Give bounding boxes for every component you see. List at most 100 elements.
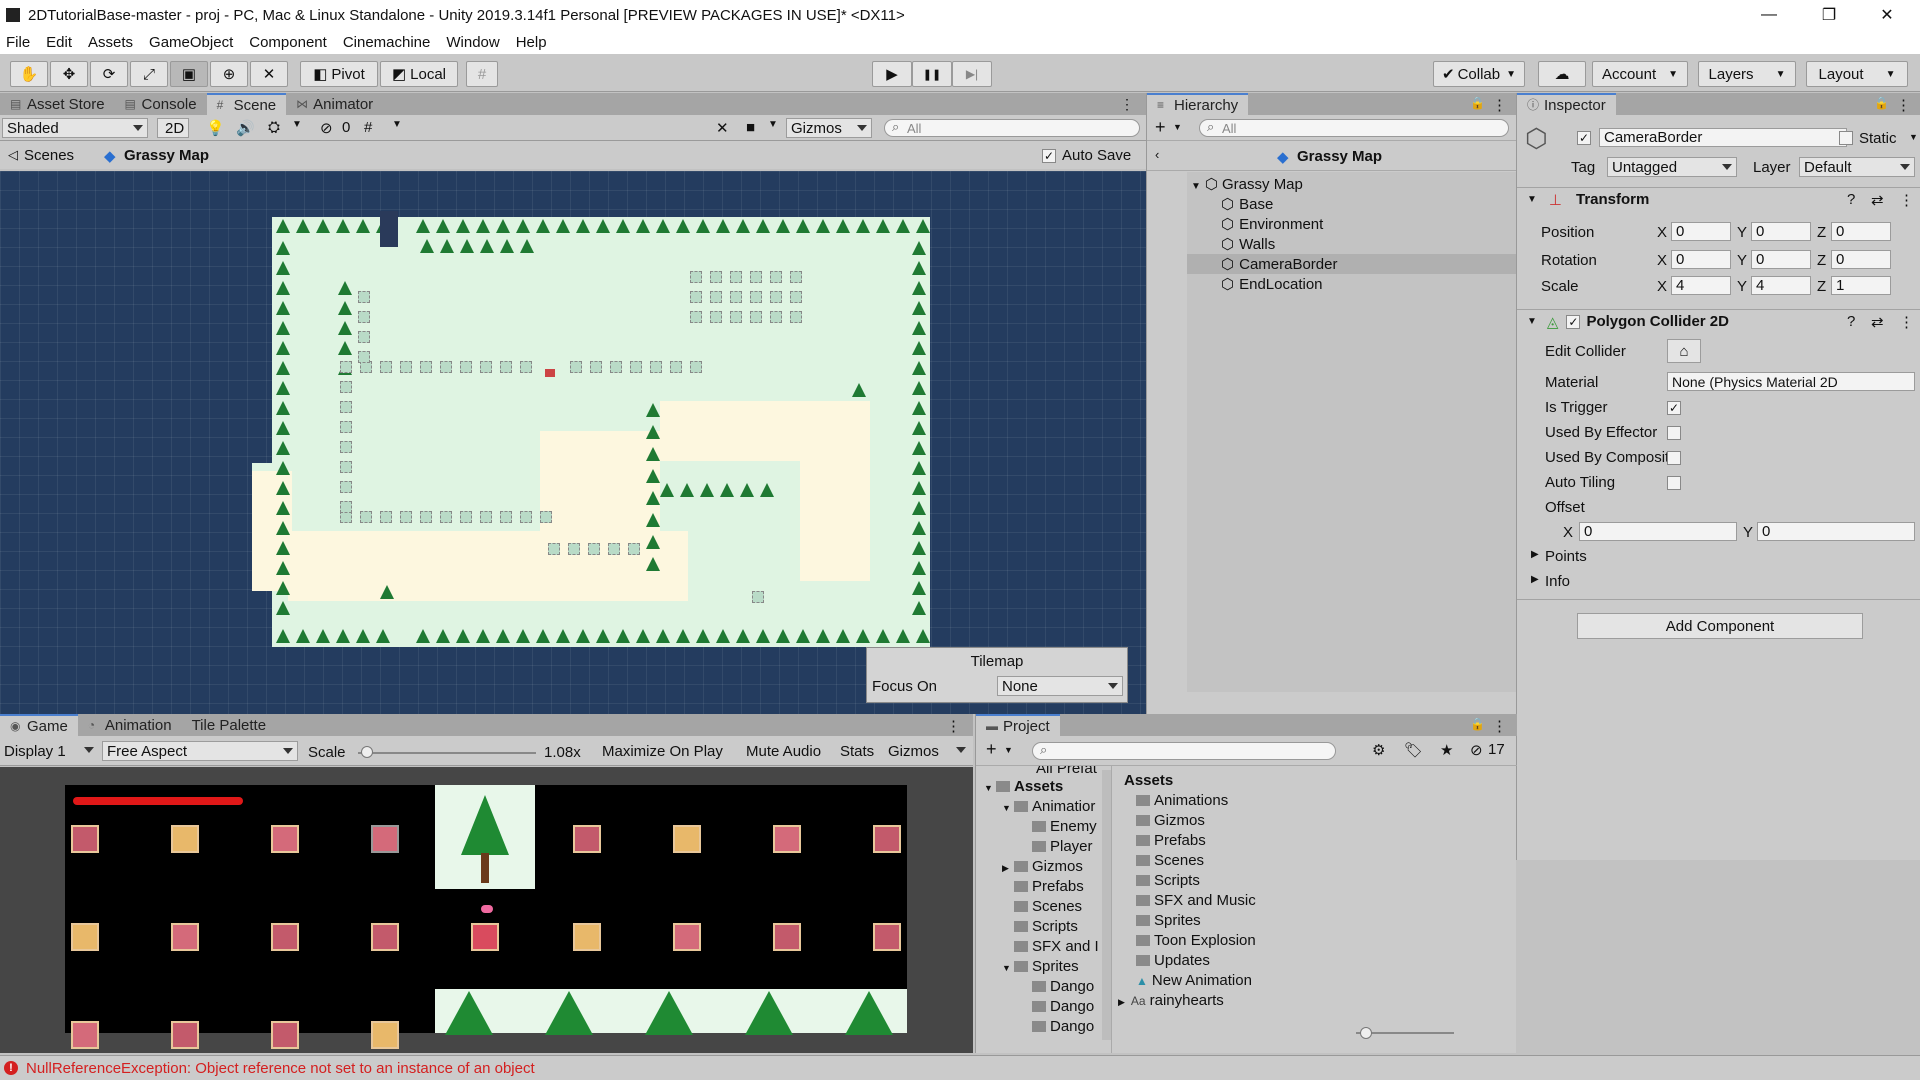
lock-icon[interactable]: 🔒	[1470, 96, 1485, 110]
panel-menu-icon[interactable]: ⋮	[1896, 96, 1911, 114]
asset-item[interactable]: Gizmos	[1136, 812, 1205, 829]
audio-icon[interactable]: 🔊	[236, 119, 255, 137]
info-foldout[interactable]: Info	[1545, 573, 1570, 590]
focus-on-dropdown[interactable]: None	[997, 676, 1123, 696]
collab-dropdown[interactable]: ✔ Collab ▼	[1433, 61, 1525, 87]
play-button[interactable]: ▶	[872, 61, 912, 87]
tree-item[interactable]: Prefabs	[1002, 878, 1084, 895]
tab-console[interactable]: ▤ Console	[115, 93, 207, 115]
add-component-button[interactable]: Add Component	[1577, 613, 1863, 639]
panel-menu-icon[interactable]: ⋮	[1120, 96, 1134, 113]
maximize-button[interactable]: ❐	[1800, 0, 1858, 30]
presets-icon[interactable]: ⇄	[1871, 191, 1884, 209]
move-tool-icon[interactable]: ✥	[50, 61, 88, 87]
rotation-z-field[interactable]: 0	[1831, 250, 1891, 269]
used-by-effector-checkbox[interactable]	[1667, 426, 1681, 440]
is-trigger-checkbox[interactable]: ✓	[1667, 401, 1681, 415]
favorites-star-icon[interactable]: ★	[1440, 741, 1453, 759]
hand-tool-icon[interactable]: ✋	[10, 61, 48, 87]
object-name-field[interactable]: CameraBorder	[1599, 128, 1847, 147]
chevron-down-icon[interactable]: ▼	[1173, 122, 1182, 132]
rotate-tool-icon[interactable]: ⟳	[90, 61, 128, 87]
hierarchy-root[interactable]: ▼ ⬡ Grassy Map	[1191, 175, 1303, 193]
tree-item[interactable]: Dango	[1020, 978, 1094, 995]
tree-item[interactable]: Scripts	[1002, 918, 1078, 935]
component-menu-icon[interactable]: ⋮	[1899, 313, 1914, 331]
offset-x-field[interactable]: 0	[1579, 522, 1737, 541]
auto-save-checkbox[interactable]: ✓	[1042, 149, 1056, 163]
panel-menu-icon[interactable]: ⋮	[946, 717, 961, 735]
offset-y-field[interactable]: 0	[1757, 522, 1915, 541]
asset-item[interactable]: Animations	[1136, 792, 1228, 809]
hierarchy-item-cameraborder[interactable]: ⬡ CameraBorder	[1221, 255, 1337, 273]
local-toggle[interactable]: ◩ Local	[380, 61, 458, 87]
game-gizmos-dropdown[interactable]: Gizmos	[884, 741, 970, 761]
panel-menu-icon[interactable]: ⋮	[1492, 717, 1507, 735]
create-plus-icon[interactable]: +	[986, 739, 997, 760]
tag-dropdown[interactable]: Untagged	[1607, 157, 1737, 177]
layout-dropdown[interactable]: Layout ▼	[1806, 61, 1908, 87]
scale-slider-thumb[interactable]	[360, 746, 373, 758]
step-button[interactable]: ▶|	[952, 61, 992, 87]
breadcrumb-scenes[interactable]: Scenes	[24, 147, 74, 164]
expand-icon[interactable]: ▶	[1531, 549, 1539, 560]
custom-tool-icon[interactable]: ✕	[250, 61, 288, 87]
maximize-on-play-toggle[interactable]: Maximize On Play	[598, 741, 746, 761]
help-icon[interactable]: ?	[1847, 313, 1855, 330]
tab-scene[interactable]: # Scene	[206, 93, 287, 115]
account-dropdown[interactable]: Account ▼	[1592, 61, 1688, 87]
asset-item[interactable]: Scenes	[1136, 852, 1204, 869]
back-icon[interactable]: ◁	[8, 147, 18, 163]
tab-animator[interactable]: ⋈ Animator	[286, 93, 383, 115]
tree-item[interactable]: Dango	[1020, 1018, 1094, 1035]
position-y-field[interactable]: 0	[1751, 222, 1811, 241]
display-dropdown[interactable]: Display 1	[0, 741, 98, 761]
active-checkbox[interactable]: ✓	[1577, 131, 1591, 145]
tab-game[interactable]: ◉ Game	[0, 714, 78, 736]
menu-gameobject[interactable]: GameObject	[149, 34, 233, 51]
tab-inspector[interactable]: ⓘ Inspector	[1517, 93, 1616, 115]
asset-item[interactable]: ▶ Aa rainyhearts	[1118, 992, 1224, 1009]
asset-item[interactable]: Scripts	[1136, 872, 1200, 889]
tree-item[interactable]: Enemy	[1020, 818, 1097, 835]
lock-icon[interactable]: 🔒	[1470, 717, 1485, 731]
layer-dropdown[interactable]: Default	[1799, 157, 1915, 177]
icon-size-thumb[interactable]	[1360, 1027, 1372, 1039]
asset-item[interactable]: SFX and Music	[1136, 892, 1256, 909]
menu-component[interactable]: Component	[249, 34, 327, 51]
aspect-dropdown[interactable]: Free Aspect	[102, 741, 298, 761]
asset-item[interactable]: ▲ New Animation	[1136, 972, 1252, 989]
tools-icon[interactable]: ✕	[716, 119, 729, 137]
search-by-label-icon[interactable]: 🏷	[1404, 741, 1423, 759]
rotation-x-field[interactable]: 0	[1671, 250, 1731, 269]
asset-item[interactable]: Sprites	[1136, 912, 1201, 929]
tab-tile-palette[interactable]: Tile Palette	[182, 714, 276, 736]
scale-y-field[interactable]: 4	[1751, 276, 1811, 295]
help-icon[interactable]: ?	[1847, 191, 1855, 208]
scale-x-field[interactable]: 4	[1671, 276, 1731, 295]
tree-item[interactable]: ▼ Assets	[984, 778, 1063, 795]
component-menu-icon[interactable]: ⋮	[1899, 191, 1914, 209]
scene-search-input[interactable]: All	[884, 119, 1140, 137]
hierarchy-item-environment[interactable]: ⬡ Environment	[1221, 215, 1323, 233]
close-button[interactable]: ✕	[1858, 0, 1916, 30]
mode-2d-toggle[interactable]: 2D	[157, 118, 189, 138]
position-x-field[interactable]: 0	[1671, 222, 1731, 241]
asset-item[interactable]: Toon Explosion	[1136, 932, 1256, 949]
layers-dropdown[interactable]: Layers ▼	[1698, 61, 1796, 87]
edit-collider-button[interactable]: ⌂	[1667, 339, 1701, 363]
gizmos-dropdown[interactable]: Gizmos	[786, 118, 872, 138]
grid-snap-icon[interactable]: #	[466, 61, 498, 87]
create-plus-icon[interactable]: +	[1155, 117, 1166, 138]
scene-viewport[interactable]: Tilemap Focus On None	[0, 171, 1146, 714]
tree-item-all-prefabs[interactable]: All Prefat	[1036, 766, 1097, 777]
transform-tool-icon[interactable]: ⊕	[210, 61, 248, 87]
tab-asset-store[interactable]: ▤ Asset Store	[0, 93, 115, 115]
lock-icon[interactable]: 🔒	[1874, 96, 1889, 110]
transform-header[interactable]: ▼ ⊥ Transform ? ⇄ ⋮	[1517, 187, 1920, 211]
hierarchy-item-endlocation[interactable]: ⬡ EndLocation	[1221, 275, 1323, 293]
tab-animation[interactable]: ◔ Animation	[78, 714, 182, 736]
tree-item[interactable]: ▼ Animatior	[1002, 798, 1095, 815]
hidden-objects-icon[interactable]: ⊘	[320, 119, 333, 137]
menu-window[interactable]: Window	[446, 34, 499, 51]
